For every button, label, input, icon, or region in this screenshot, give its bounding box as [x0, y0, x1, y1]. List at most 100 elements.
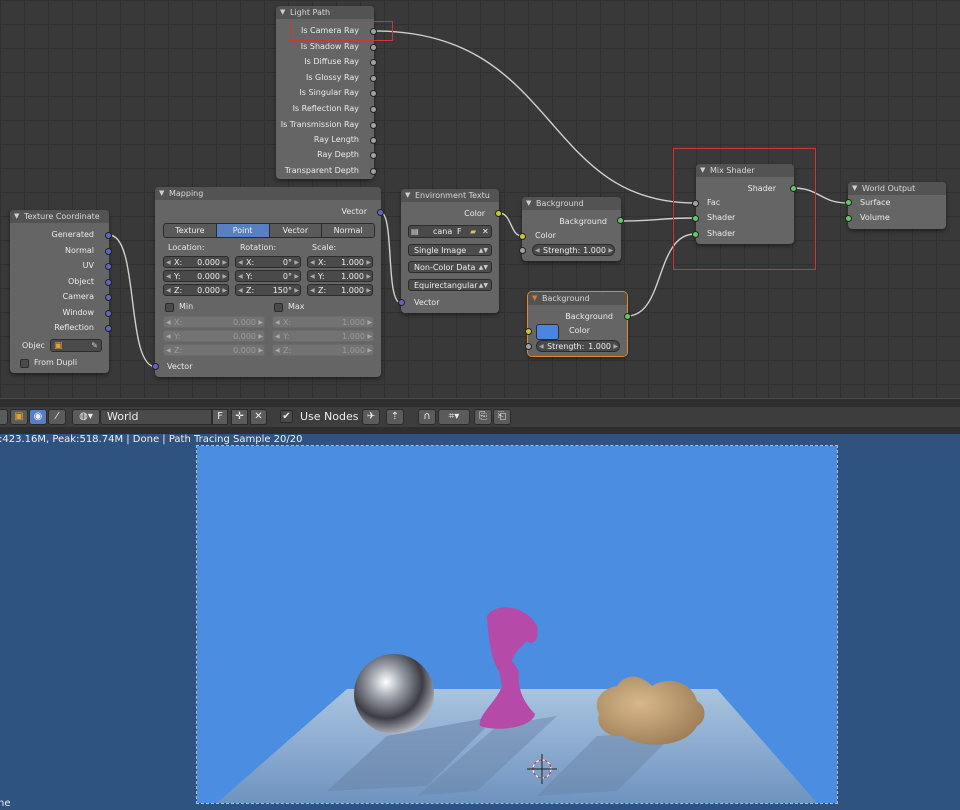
socket-mapping-input-vector[interactable] — [152, 363, 159, 370]
object-field[interactable]: ▣ ✎ — [50, 339, 102, 352]
rotation-x-field[interactable]: ◀ X: 0° ▶ — [235, 256, 301, 268]
socket-mix-shader-2[interactable] — [692, 231, 699, 238]
image-selector[interactable]: ▤ cana F ▰ ✕ — [408, 225, 492, 238]
image-fake-user[interactable]: F — [457, 226, 462, 238]
socket-world-volume[interactable] — [845, 215, 852, 222]
mapping-node[interactable]: ▼ Mapping Vector Texture Point Vector Nor… — [152, 187, 384, 377]
tab-texture[interactable]: Texture — [164, 224, 217, 237]
light-path-header[interactable]: ▼ Light Path — [276, 6, 374, 19]
open-folder-icon[interactable]: ▰ — [470, 226, 476, 238]
texture-coordinate-node[interactable]: ▼ Texture Coordinate Generated Normal UV … — [10, 210, 112, 373]
socket-normal[interactable] — [105, 248, 112, 255]
projection-dropdown[interactable]: Equirectangular ▲▼ — [408, 279, 492, 291]
socket-mix-shader-1[interactable] — [692, 215, 699, 222]
location-z-field[interactable]: ◀ Z: 0.000 ▶ — [163, 284, 229, 296]
background-2-header[interactable]: ▼ Background — [528, 292, 627, 305]
socket-background-1-color[interactable] — [519, 233, 526, 240]
world-fake-user-button[interactable]: F — [212, 409, 228, 425]
min-checkbox[interactable] — [165, 303, 174, 312]
background-node-1[interactable]: ▼ Background Background Color ◀ Strength: 1… — [519, 197, 624, 261]
image-editor[interactable]: :423.16M, Peak:518.74M | Done | Path Tra… — [0, 434, 960, 810]
max-checkbox[interactable] — [274, 303, 283, 312]
location-y-field[interactable]: ◀ Y: 0.000 ▶ — [163, 270, 229, 282]
socket-reflection[interactable] — [105, 325, 112, 332]
mix-shader-node[interactable]: ▼ Mix Shader Shader Fac Shader Shader — [692, 164, 797, 244]
mapping-header[interactable]: ▼ Mapping — [155, 187, 381, 200]
socket-is-camera-ray[interactable] — [370, 28, 377, 35]
scale-x-field[interactable]: ◀ X: 1.000 ▶ — [307, 256, 373, 268]
render-result[interactable] — [196, 445, 838, 804]
tab-point[interactable]: Point — [216, 224, 270, 237]
socket-ray-depth[interactable] — [370, 152, 377, 159]
socket-background-2-color[interactable] — [525, 328, 532, 335]
socket-mapping-output-vector[interactable] — [377, 209, 384, 216]
location-x-field[interactable]: ◀ X: 0.000 ▶ — [163, 256, 229, 268]
socket-ray-length[interactable] — [370, 137, 377, 144]
background-2-strength-field[interactable]: ◀ Strength: 1.000 ▶ — [536, 340, 620, 352]
rotation-y-field[interactable]: ◀ Y: 0° ▶ — [235, 270, 301, 282]
node-editor[interactable]: ▼ Light Path Is Camera Ray Is Shadow Ray … — [0, 0, 960, 398]
socket-background-2-strength[interactable] — [525, 343, 532, 350]
socket-is-diffuse-ray[interactable] — [370, 59, 377, 66]
scale-z-field[interactable]: ◀ Z: 1.000 ▶ — [307, 284, 373, 296]
source-dropdown[interactable]: Single Image ▲▼ — [408, 244, 492, 256]
environment-texture-header[interactable]: ▼ Environment Textu — [401, 189, 499, 202]
collapse-triangle-icon[interactable]: ▼ — [852, 182, 857, 195]
paste-nodes-icon[interactable]: ⎗ — [493, 409, 511, 425]
socket-is-transmission-ray[interactable] — [370, 122, 377, 129]
socket-transparent-depth[interactable] — [370, 168, 377, 175]
socket-env-input-vector[interactable] — [398, 299, 405, 306]
snap-toggle-icon[interactable]: ∩ — [418, 409, 436, 425]
socket-is-reflection-ray[interactable] — [370, 106, 377, 113]
object-shader-icon[interactable]: ▣ — [10, 409, 28, 425]
background-node-2[interactable]: ▼ Background Background Color ◀ Strength: 1… — [525, 291, 631, 357]
socket-is-shadow-ray[interactable] — [370, 44, 377, 51]
socket-object[interactable] — [105, 279, 112, 286]
background-1-strength-field[interactable]: ◀ Strength: 1.000 ▶ — [532, 244, 615, 256]
unlink-world-icon[interactable]: ✕ — [250, 409, 267, 425]
background-1-header[interactable]: ▼ Background — [522, 197, 621, 210]
socket-mix-shader-output[interactable] — [790, 185, 797, 192]
collapse-triangle-icon[interactable]: ▼ — [14, 210, 19, 223]
mix-shader-header[interactable]: ▼ Mix Shader — [696, 164, 794, 177]
use-nodes-checkbox[interactable]: ✔ — [280, 410, 293, 423]
collapse-triangle-icon[interactable]: ▼ — [532, 292, 537, 305]
socket-is-glossy-ray[interactable] — [370, 75, 377, 82]
from-dupli-checkbox[interactable] — [20, 359, 29, 368]
scale-y-field[interactable]: ◀ Y: 1.000 ▶ — [307, 270, 373, 282]
socket-background-1-output[interactable] — [617, 217, 624, 224]
socket-background-1-strength[interactable] — [519, 247, 526, 254]
socket-window[interactable] — [105, 310, 112, 317]
socket-env-output-color[interactable] — [495, 210, 502, 217]
socket-camera[interactable] — [105, 294, 112, 301]
shader-object-button[interactable] — [0, 409, 8, 425]
parent-node-tree-icon[interactable]: ⇡ — [386, 409, 404, 425]
collapse-triangle-icon[interactable]: ▼ — [280, 6, 285, 19]
eyedropper-icon[interactable]: ✎ — [91, 340, 98, 352]
collapse-triangle-icon[interactable]: ▼ — [700, 164, 705, 177]
socket-generated[interactable] — [105, 232, 112, 239]
background-2-color-swatch[interactable] — [536, 324, 559, 340]
light-path-node[interactable]: ▼ Light Path Is Camera Ray Is Shadow Ray … — [276, 6, 377, 179]
copy-nodes-icon[interactable]: ⎘ — [474, 409, 492, 425]
environment-texture-node[interactable]: ▼ Environment Textu Color ▤ cana F ▰ ✕ Si… — [398, 189, 502, 313]
socket-world-surface[interactable] — [845, 199, 852, 206]
world-shader-icon[interactable]: ◉ — [29, 409, 47, 425]
texture-coordinate-header[interactable]: ▼ Texture Coordinate — [10, 210, 109, 223]
socket-is-singular-ray[interactable] — [370, 90, 377, 97]
rotation-z-field[interactable]: ◀ Z: 150° ▶ — [235, 284, 301, 296]
new-world-icon[interactable]: ✛ — [231, 409, 248, 425]
socket-background-2-output[interactable] — [624, 313, 631, 320]
world-browse-icon[interactable]: ◍▾ — [72, 409, 100, 425]
world-name-field[interactable]: World — [100, 409, 212, 425]
world-output-header[interactable]: ▼ World Output — [848, 182, 946, 195]
socket-uv[interactable] — [105, 263, 112, 270]
tab-vector[interactable]: Vector — [269, 224, 323, 237]
unlink-icon[interactable]: ✕ — [482, 226, 489, 238]
tab-normal[interactable]: Normal — [322, 224, 374, 237]
collapse-triangle-icon[interactable]: ▼ — [159, 187, 164, 200]
line-style-icon[interactable]: ⁄ — [48, 409, 66, 425]
world-output-node[interactable]: ▼ World Output Surface Volume — [845, 182, 946, 229]
snap-element-icon[interactable]: ⌗▾ — [438, 409, 470, 425]
pin-icon[interactable]: ✈ — [362, 409, 380, 425]
